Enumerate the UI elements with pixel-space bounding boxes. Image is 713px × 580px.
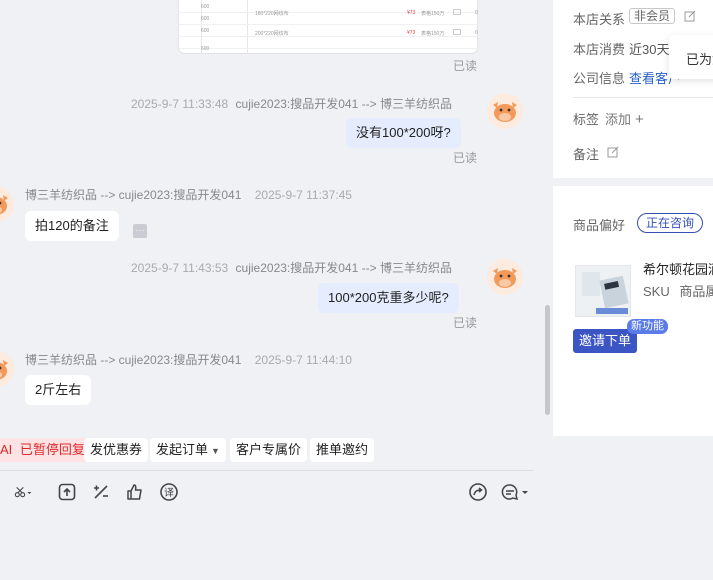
quick-reply-icon[interactable]: [500, 482, 532, 504]
message-route: cujie2023:搜品开发041 --> 博三羊纺织品: [235, 261, 452, 275]
message-meta: 博三羊纺织品 --> cujie2023:搜品开发041 2025-9-7 11…: [25, 351, 352, 368]
message-meta: 2025-9-7 11:33:48 cujie2023:搜品开发041 --> …: [131, 95, 452, 112]
image-row-qty: 600: [201, 4, 210, 10]
image-cell-box: [453, 9, 461, 15]
remark-label: 备注: [573, 147, 600, 162]
chat-scrollbar[interactable]: [545, 305, 550, 415]
message-route: 博三羊纺织品 --> cujie2023:搜品开发041: [25, 353, 242, 367]
add-tag-label: 添加: [605, 112, 632, 127]
message-bubble-in[interactable]: 2斤左右: [25, 375, 92, 405]
translate-icon[interactable]: 译: [159, 482, 181, 504]
company-info-label: 公司信息: [573, 71, 626, 86]
edit-icon[interactable]: [684, 10, 696, 22]
ai-paused-button[interactable]: AI 已暂停回复: [0, 438, 91, 462]
add-tag-button[interactable]: 添加 +: [605, 109, 644, 128]
buyer-avatar: [0, 351, 14, 387]
image-row-digit: 0: [475, 10, 478, 16]
seller-avatar: [487, 259, 523, 295]
product-sku-row: SKU 商品属性: [643, 281, 713, 300]
message-route: cujie2023:搜品开发041 --> 博三羊纺织品: [235, 97, 452, 111]
store-spend-label: 本店消费: [573, 42, 626, 57]
chevron-down-icon: ▼: [211, 446, 220, 456]
section-divider: [573, 97, 713, 98]
new-feature-badge: 新功能: [627, 319, 668, 334]
seller-avatar: [487, 93, 523, 129]
svg-text:译: 译: [164, 487, 174, 499]
message-meta: 博三羊纺织品 --> cujie2023:搜品开发041 2025-9-7 11…: [25, 186, 352, 203]
member-status-tag: 非会员: [629, 8, 676, 24]
store-spend-value: 近30天: [629, 42, 670, 57]
share-icon[interactable]: [468, 482, 490, 504]
message-time: 2025-9-7 11:44:10: [254, 353, 352, 367]
tags-label: 标签: [573, 112, 600, 127]
thumbs-up-icon[interactable]: [125, 482, 147, 504]
product-pref-label: 商品偏好: [573, 218, 626, 233]
message-route: 博三羊纺织品 --> cujie2023:搜品开发041: [25, 188, 242, 202]
ai-paused-label: 已暂停回复: [19, 442, 85, 457]
message-bubble-out[interactable]: 100*200克重多少呢?: [318, 283, 459, 313]
store-relation-label: 本店关系: [573, 12, 626, 27]
image-row-qty: 600: [201, 46, 210, 52]
upload-file-icon[interactable]: [57, 482, 79, 504]
message-time: 2025-9-7 11:33:48: [131, 97, 229, 111]
image-row-qty: 600: [201, 16, 210, 22]
image-row-qty: 600: [201, 28, 210, 34]
send-coupon-button[interactable]: 发优惠券: [84, 438, 149, 462]
screenshot-scissors-icon[interactable]: [14, 482, 44, 504]
product-attr: 商品属性: [679, 284, 713, 299]
product-thumbnail[interactable]: [575, 265, 631, 317]
message-time: 2025-9-7 11:43:53: [131, 261, 229, 275]
edit-remark-icon[interactable]: [607, 146, 619, 158]
image-row-price: ¥73: [407, 30, 416, 36]
ai-label: AI: [0, 442, 13, 457]
image-row-spec: 200*220网纹布: [255, 31, 289, 37]
consulting-pill[interactable]: 正在咨询: [637, 213, 704, 233]
message-bubble-in[interactable]: 拍120的备注: [25, 211, 119, 241]
more-options-icon[interactable]: ···: [133, 224, 147, 238]
tooltip-text: 已为您: [686, 52, 713, 67]
message-bubble-out[interactable]: 没有100*200呀?: [346, 118, 461, 148]
read-status: 已读: [453, 316, 478, 330]
chat-panel: 600 600 600 600 180*220网纹布 ¥73 表格150万 0 …: [0, 0, 552, 580]
plus-icon: +: [635, 111, 644, 128]
exclusive-price-button[interactable]: 客户专属价: [230, 438, 308, 462]
image-row-digit: 0: [475, 30, 478, 36]
image-row-note: 表格150万: [421, 31, 445, 37]
image-row-note: 表格150万: [421, 11, 445, 17]
message-time: 2025-9-7 11:37:45: [254, 188, 352, 202]
create-order-label: 发起订单: [156, 442, 209, 457]
product-title[interactable]: 希尔顿花园酒: [643, 259, 713, 278]
product-image-message[interactable]: 600 600 600 600 180*220网纹布 ¥73 表格150万 0 …: [178, 0, 479, 54]
message-meta: 2025-9-7 11:43:53 cujie2023:搜品开发041 --> …: [131, 259, 452, 276]
input-divider: [0, 470, 533, 471]
tooltip-popup: 已为您: [669, 35, 713, 79]
invite-order-button[interactable]: 邀请下单: [573, 329, 638, 353]
image-cell-box: [453, 29, 461, 35]
buyer-avatar: [0, 186, 14, 222]
read-status: 已读: [453, 59, 478, 73]
sku-label: SKU: [643, 284, 670, 299]
read-status: 已读: [453, 151, 478, 165]
create-order-button[interactable]: 发起订单 ▼: [150, 438, 226, 462]
percent-discount-icon[interactable]: [91, 482, 113, 504]
image-row-spec: 180*220网纹布: [255, 11, 289, 17]
image-row-price: ¥73: [407, 10, 416, 16]
recommend-invite-button[interactable]: 推单邀约: [310, 438, 375, 462]
